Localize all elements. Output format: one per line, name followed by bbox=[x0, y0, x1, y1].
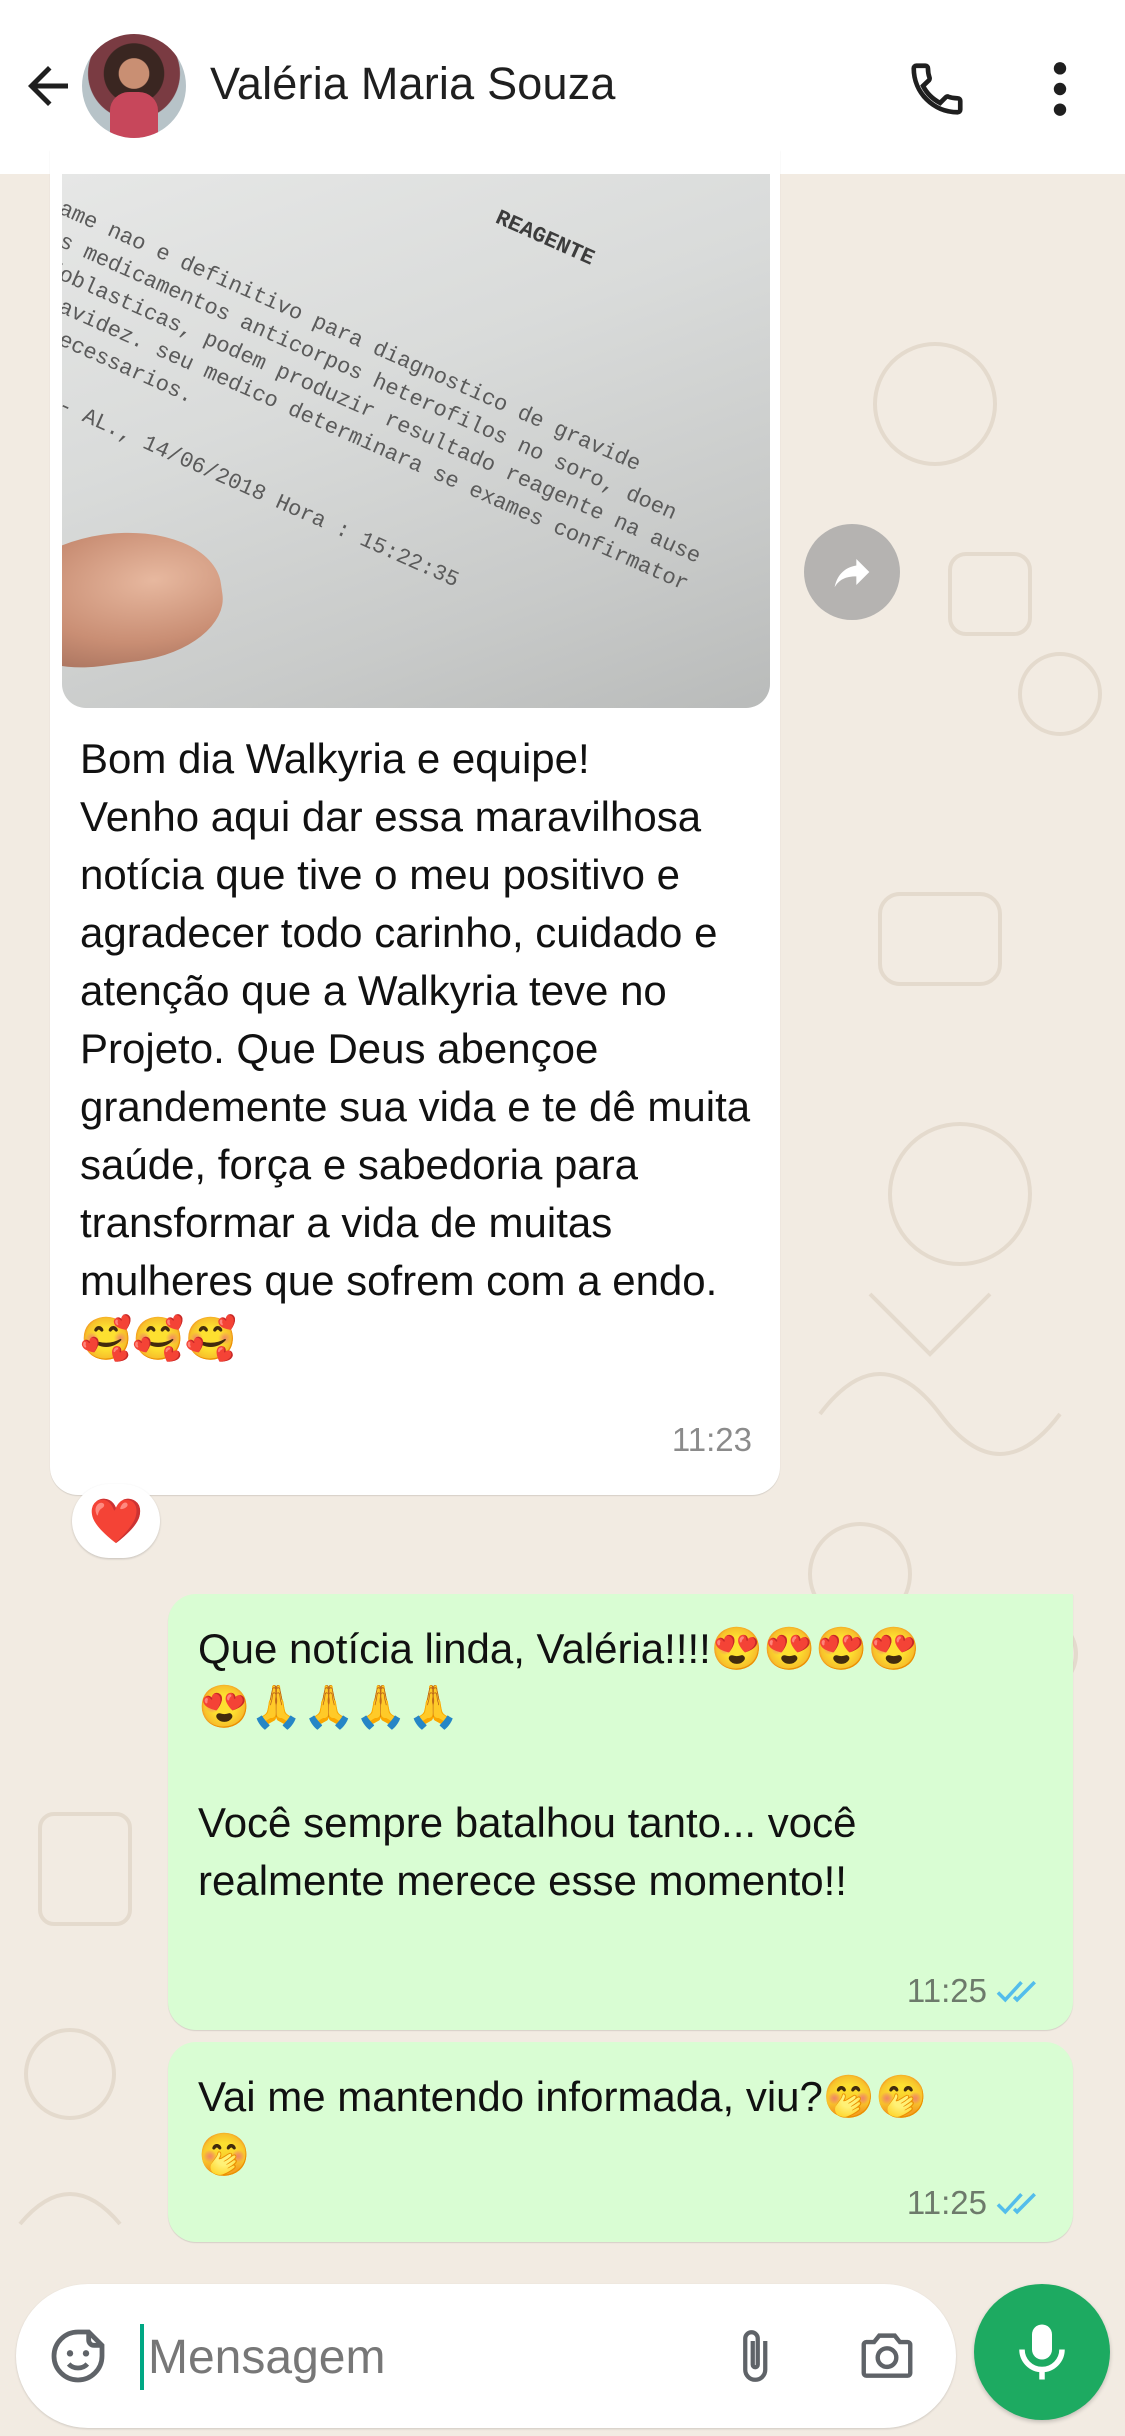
chat-header: Valéria Maria Souza bbox=[0, 0, 1125, 174]
reaction-badge[interactable]: ❤️ bbox=[72, 1484, 160, 1558]
outgoing-message-meta: 11:25 bbox=[907, 2184, 1045, 2222]
microphone-icon bbox=[1019, 2324, 1065, 2380]
sticker-icon[interactable] bbox=[46, 2324, 110, 2388]
photo-reagente-label: REAGENTE bbox=[491, 205, 599, 272]
outgoing-message-text: Vai me mantendo informada, viu?🤭🤭 🤭 bbox=[198, 2073, 928, 2178]
incoming-message-text: Bom dia Walkyria e equipe! Venho aqui da… bbox=[80, 735, 751, 1362]
text-caret bbox=[140, 2324, 144, 2390]
read-ticks-icon bbox=[996, 1980, 1036, 2003]
contact-name[interactable]: Valéria Maria Souza bbox=[210, 58, 616, 110]
forward-button[interactable] bbox=[804, 524, 900, 620]
phone-icon[interactable] bbox=[906, 58, 968, 120]
heart-reaction-icon: ❤️ bbox=[88, 1496, 144, 1547]
arrow-left-icon[interactable] bbox=[18, 56, 78, 116]
outgoing-message-bubble[interactable]: Que notícia linda, Valéria!!!!😍😍😍😍 😍🙏🙏🙏🙏… bbox=[168, 1594, 1073, 2030]
outgoing-message-text: Que notícia linda, Valéria!!!!😍😍😍😍 😍🙏🙏🙏🙏… bbox=[198, 1625, 921, 1904]
camera-icon[interactable] bbox=[854, 2324, 920, 2386]
incoming-message-bubble[interactable]: exame nao e definitivo para diagnostico … bbox=[50, 150, 780, 1495]
incoming-message-time: 11:23 bbox=[671, 1421, 752, 1458]
message-photo[interactable]: exame nao e definitivo para diagnostico … bbox=[62, 174, 770, 708]
outgoing-message-meta: 11:25 bbox=[907, 1972, 1045, 2010]
more-vertical-icon[interactable] bbox=[1038, 58, 1082, 120]
outgoing-message-time: 11:25 bbox=[906, 1972, 987, 2009]
avatar[interactable] bbox=[82, 34, 186, 138]
message-composer bbox=[16, 2284, 956, 2428]
voice-message-button[interactable] bbox=[974, 2284, 1110, 2420]
photo-finger bbox=[62, 519, 230, 679]
read-ticks-icon bbox=[996, 2192, 1036, 2215]
outgoing-message-time: 11:25 bbox=[906, 2184, 987, 2221]
outgoing-message-bubble[interactable]: Vai me mantendo informada, viu?🤭🤭 🤭 11:2… bbox=[168, 2042, 1073, 2242]
message-input[interactable] bbox=[146, 2316, 710, 2398]
forward-icon bbox=[834, 559, 870, 588]
paperclip-icon[interactable] bbox=[724, 2320, 784, 2392]
